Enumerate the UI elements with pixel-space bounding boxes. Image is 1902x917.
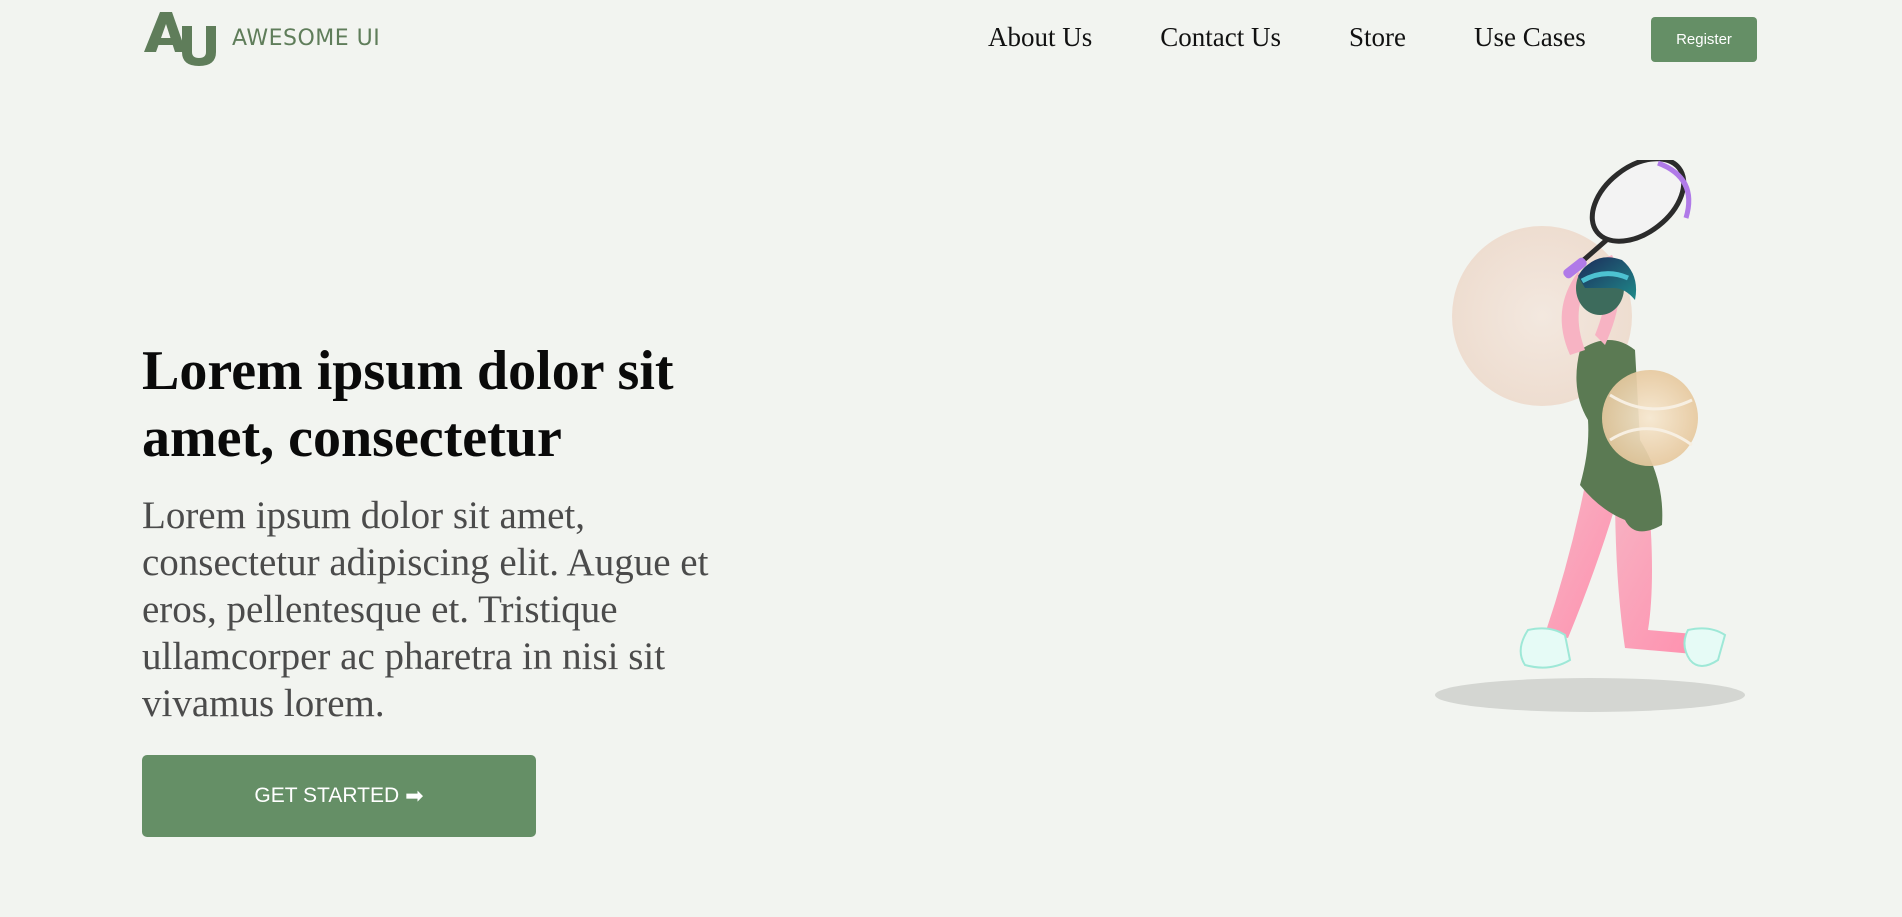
tennis-player-illustration <box>1435 160 1745 712</box>
nav-use-cases[interactable]: Use Cases <box>1474 22 1586 53</box>
main-nav: About Us Contact Us Store Use Cases <box>988 22 1586 53</box>
logo[interactable]: AWESOME UI <box>142 8 380 66</box>
nav-about-us[interactable]: About Us <box>988 22 1092 53</box>
nav-contact-us[interactable]: Contact Us <box>1160 22 1281 53</box>
get-started-label: GET STARTED <box>254 784 400 807</box>
register-button[interactable]: Register <box>1651 17 1757 62</box>
get-started-button[interactable]: GET STARTED ➡ <box>142 755 536 837</box>
hero-title: Lorem ipsum dolor sit amet, consectetur <box>142 340 674 469</box>
nav-store[interactable]: Store <box>1349 22 1406 53</box>
logo-text: AWESOME UI <box>232 25 381 51</box>
hero-description: Lorem ipsum dolor sit amet, consectetur … <box>142 494 709 725</box>
logo-mark-icon <box>144 12 216 66</box>
arrow-right-icon: ➡ <box>405 783 424 808</box>
